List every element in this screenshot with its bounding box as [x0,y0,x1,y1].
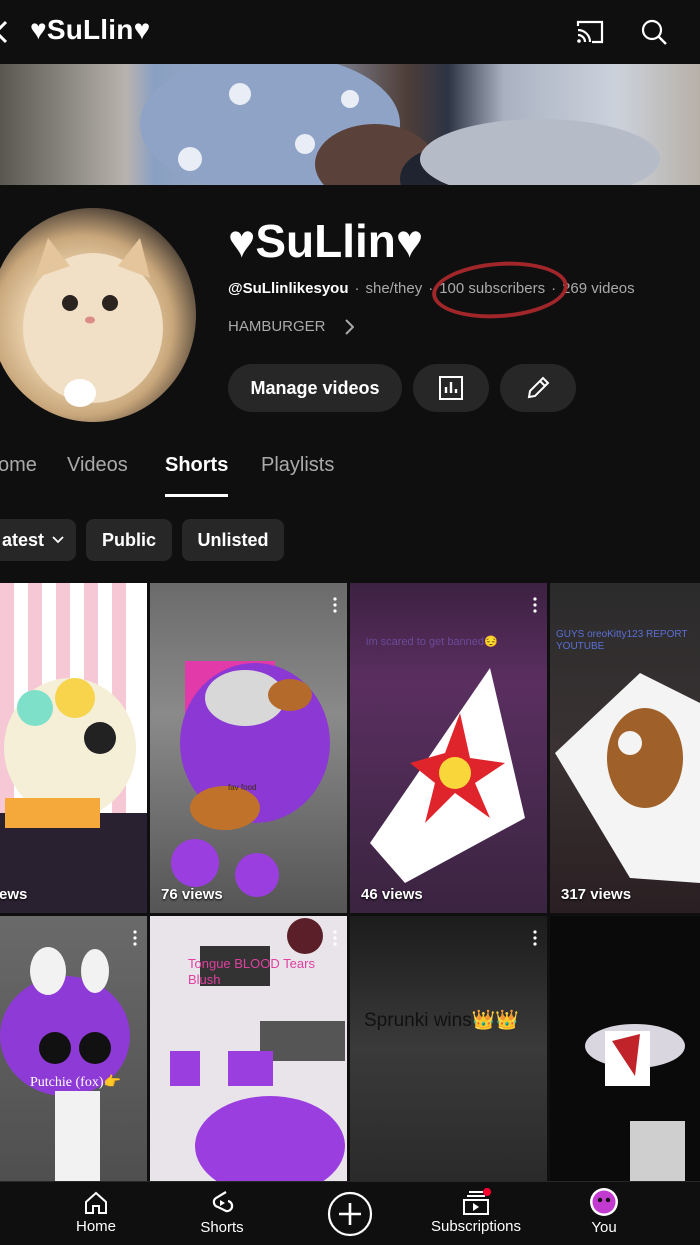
cat-avatar-image [23,238,163,407]
pencil-icon [527,376,550,399]
channel-handle[interactable]: @SuLlinlikesyou [228,280,348,297]
channel-link-row[interactable]: HAMBURGER [228,318,354,335]
bottom-navigation: Home Shorts Subscriptions You [0,1181,700,1245]
tab-playlists[interactable]: Playlists [261,454,334,477]
top-app-bar: ♥SuLlin♥ [0,0,700,64]
short-overlay-text: GUYS oreoKitty123 REPORT YOUTUBE [556,629,688,652]
more-options-icon[interactable] [133,930,137,946]
nav-shorts[interactable]: Shorts [192,1182,252,1245]
analytics-icon [439,376,463,400]
more-options-icon[interactable] [533,597,537,613]
nav-label: Shorts [200,1219,244,1236]
channel-pronouns: she/they [365,280,423,297]
short-views: 46 views [361,886,423,903]
tab-shorts[interactable]: Shorts [165,454,228,477]
filter-unlisted-chip[interactable]: Unlisted [182,519,284,561]
short-overlay-text: Putchie (fox)👉 [30,1075,121,1090]
active-tab-indicator [165,494,228,497]
more-options-icon[interactable] [133,597,137,613]
short-overlay-text: im scared to get banned😔 [366,636,498,648]
create-icon [327,1191,373,1237]
more-options-icon[interactable] [533,930,537,946]
back-arrow-icon[interactable] [0,20,8,44]
short-thumbnail[interactable]: fav food 76 views [150,583,347,913]
tab-videos[interactable]: Videos [67,454,128,477]
cast-icon[interactable] [574,16,606,48]
sort-latest-chip[interactable]: atest [0,519,76,561]
nav-create[interactable] [325,1182,375,1245]
chevron-down-icon [52,536,64,544]
app-bar-title: ♥SuLlin♥ [30,14,151,45]
nav-home[interactable]: Home [66,1182,126,1245]
home-icon [85,1191,107,1214]
short-overlay-text: Tongue BLOOD Tears Blush [188,956,315,987]
short-overlay-text: fav food [228,783,257,792]
chip-label: atest [1,529,45,550]
short-thumbnail[interactable]: ews [0,583,147,913]
channel-link-text: HAMBURGER [228,318,326,335]
separator-dot: · [354,280,360,297]
channel-name: ♥SuLlin♥ [228,215,424,267]
chevron-right-icon [344,318,354,335]
short-overlay-text: Sprunki wins👑👑 [364,1010,520,1031]
channel-banner [0,64,700,185]
video-count: 269 videos [562,280,635,297]
filter-public-chip[interactable]: Public [86,519,172,561]
tab-home[interactable]: ome [0,454,37,477]
short-thumbnail[interactable]: GUYS oreoKitty123 REPORT YOUTUBE 317 vie… [550,583,700,913]
thumbnail-art [370,668,525,883]
short-thumbnail[interactable] [550,916,700,1181]
short-views: ews [0,886,28,903]
red-circle-annotation [430,257,570,323]
more-options-icon[interactable] [333,930,337,946]
nav-you[interactable]: You [584,1182,624,1245]
manage-videos-button[interactable]: Manage videos [228,364,402,412]
thumbnail-art [585,1024,685,1181]
nav-subscriptions[interactable]: Subscriptions [420,1182,532,1245]
short-thumbnail[interactable]: Putchie (fox)👉 [0,916,147,1181]
banner-image [140,64,660,185]
short-views: 317 views [561,886,632,903]
analytics-button[interactable] [413,364,489,412]
channel-tabs: ome Videos Shorts Playlists [0,446,700,498]
edit-channel-button[interactable] [500,364,576,412]
nav-label: Home [75,1218,116,1235]
short-thumbnail[interactable]: im scared to get banned😔 46 views [350,583,547,913]
thumbnail-art [0,678,147,913]
subscriptions-icon [463,1188,491,1215]
you-avatar-icon [590,1188,618,1216]
short-views: 76 views [161,886,223,903]
shorts-icon [212,1191,234,1213]
thumbnail-art [0,947,130,1181]
short-thumbnail[interactable]: Sprunki wins👑👑 [350,916,547,1181]
thumbnail-art [171,661,330,897]
channel-avatar[interactable] [0,208,196,422]
nav-label: You [591,1219,617,1236]
search-icon[interactable] [638,16,670,48]
nav-label: Subscriptions [430,1218,522,1235]
short-thumbnail[interactable]: Tongue BLOOD Tears Blush [150,916,347,1181]
more-options-icon[interactable] [333,597,337,613]
